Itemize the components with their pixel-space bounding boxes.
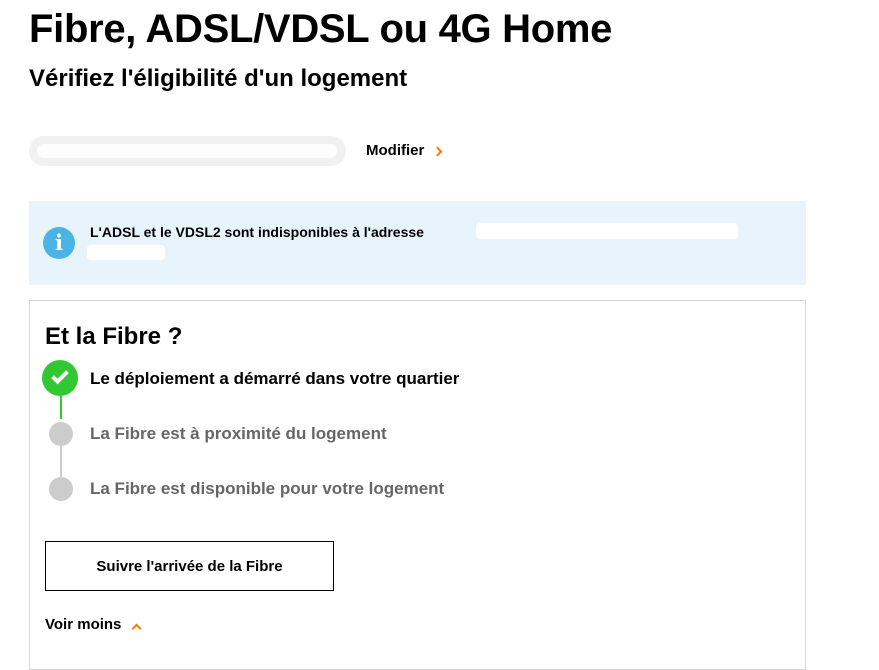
modify-address-link[interactable]: Modifier	[366, 142, 443, 160]
redacted-address	[476, 223, 738, 239]
fibre-step-2: La Fibre est à proximité du logement	[42, 415, 742, 455]
modify-label: Modifier	[366, 142, 425, 159]
see-less-label: Voir moins	[45, 616, 122, 633]
redacted-address-continued	[87, 245, 165, 260]
info-message: L'ADSL et le VDSL2 sont indisponibles à …	[90, 224, 424, 240]
page-subtitle: Vérifiez l'éligibilité d'un logement	[29, 65, 408, 92]
page-title: Fibre, ADSL/VDSL ou 4G Home	[29, 7, 613, 51]
follow-fibre-button[interactable]: Suivre l'arrivée de la Fibre	[45, 541, 334, 591]
step-label: Le déploiement a démarré dans votre quar…	[90, 369, 460, 388]
pending-dot-icon	[49, 477, 73, 501]
info-icon: i	[43, 227, 75, 259]
info-banner: i L'ADSL et le VDSL2 sont indisponibles …	[29, 201, 806, 285]
pending-dot-icon	[49, 422, 73, 446]
step-label: La Fibre est disponible pour votre logem…	[90, 479, 445, 498]
see-less-link[interactable]: Voir moins	[45, 616, 142, 634]
check-icon	[42, 360, 78, 396]
fibre-step-3: La Fibre est disponible pour votre logem…	[42, 470, 742, 510]
fibre-step-1: Le déploiement a démarré dans votre quar…	[42, 360, 742, 400]
address-field	[29, 136, 346, 166]
fibre-card-title: Et la Fibre ?	[45, 323, 183, 350]
step-label: La Fibre est à proximité du logement	[90, 424, 387, 443]
redacted-address	[37, 144, 337, 158]
fibre-status-card: Et la Fibre ? Le déploiement a démarré d…	[29, 300, 806, 670]
chevron-right-icon	[432, 146, 443, 156]
chevron-up-icon	[131, 623, 142, 633]
